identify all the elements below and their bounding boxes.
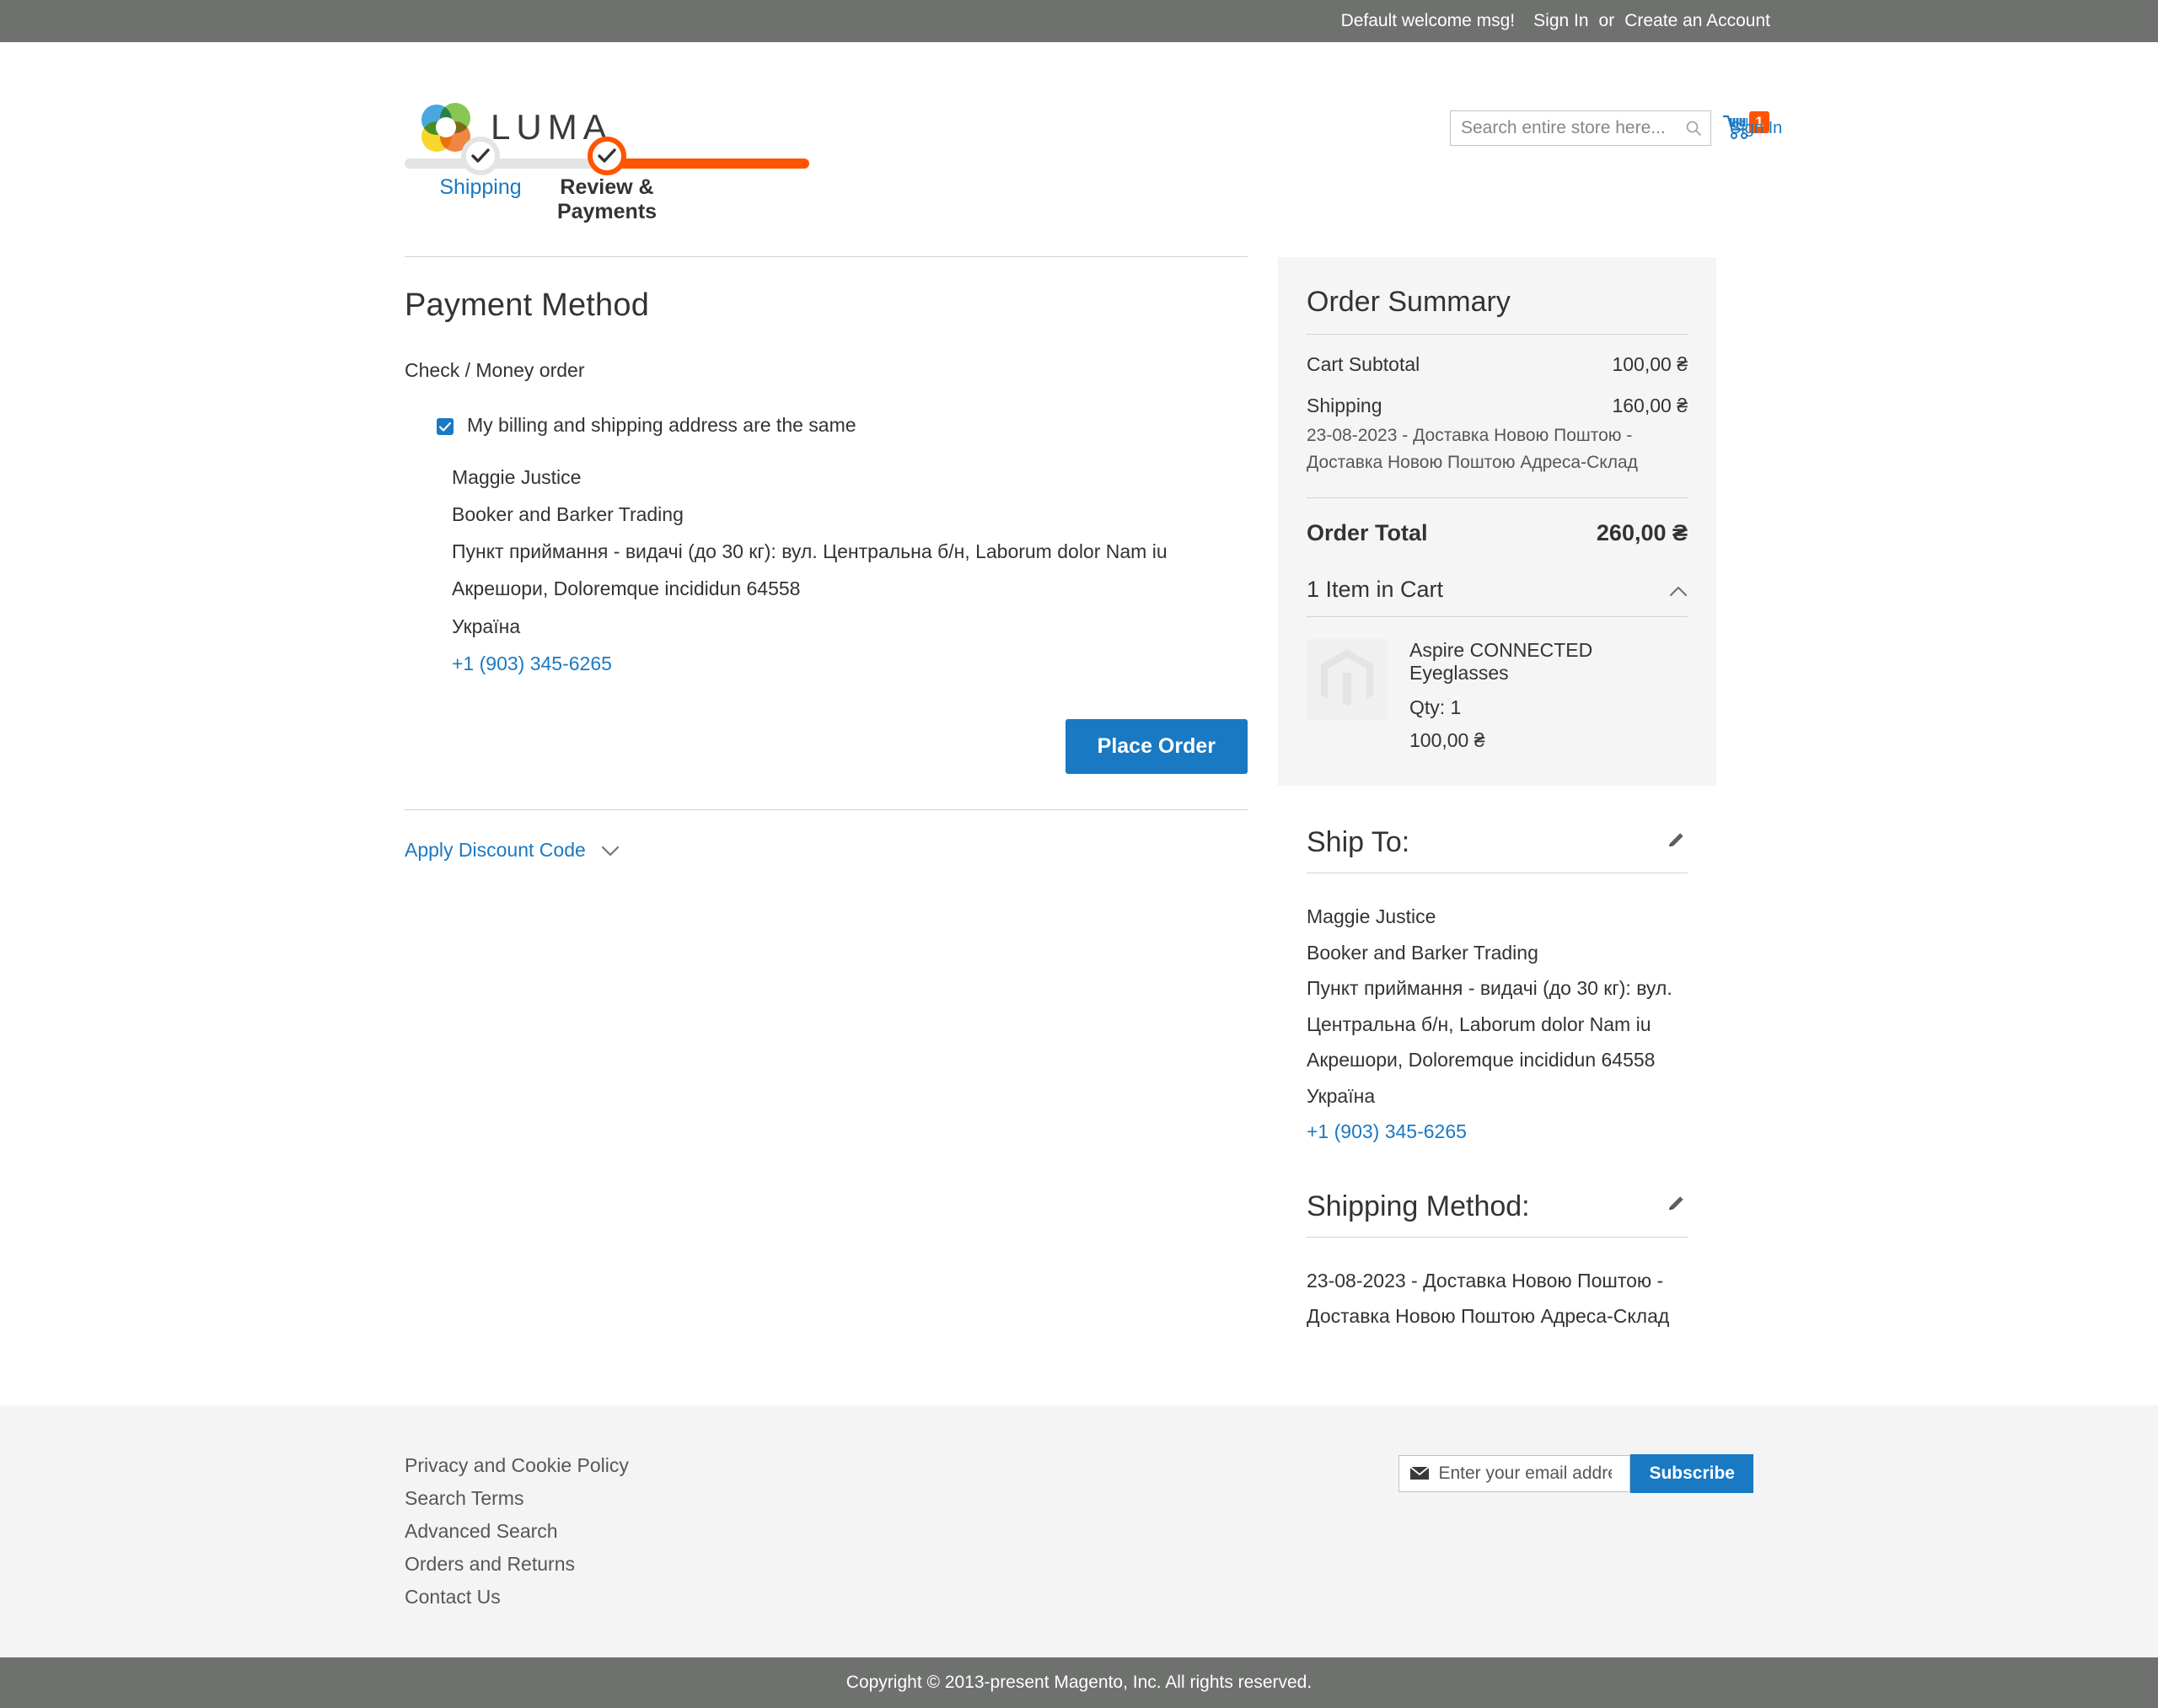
ship-to-line: Booker and Barker Trading — [1307, 941, 1538, 964]
shipping-method-title: Shipping Method: — [1307, 1190, 1530, 1222]
cart-item: Aspire CONNECTED Eyeglasses Qty: 1 100,0… — [1307, 639, 1688, 752]
ship-to-title: Ship To: — [1307, 826, 1410, 858]
ship-to-section: Ship To: Maggie Justice Booker and Barke… — [1278, 826, 1716, 1150]
billing-address: Maggie Justice Booker and Barker Trading… — [452, 459, 1248, 682]
cart-item-price: 100,00 ₴ — [1409, 729, 1485, 751]
footer-link-orders-returns[interactable]: Orders and Returns — [405, 1553, 629, 1576]
order-summary-panel: Order Summary Cart Subtotal 100,00 ₴ Shi… — [1278, 257, 1716, 786]
ship-to-line: Maggie Justice — [1307, 905, 1436, 927]
shipping-value: 160,00 ₴ — [1612, 395, 1688, 416]
footer-link-advanced-search[interactable]: Advanced Search — [405, 1520, 629, 1543]
newsletter-form: Subscribe — [1398, 1449, 1753, 1493]
order-total-label: Order Total — [1307, 520, 1428, 545]
billing-address-line: Україна — [452, 615, 521, 637]
billing-same-label: My billing and shipping address are the … — [467, 414, 856, 436]
billing-address-line: Maggie Justice — [452, 466, 582, 488]
cart-subtotal-row: Cart Subtotal 100,00 ₴ — [1307, 353, 1688, 376]
newsletter-input-box[interactable] — [1398, 1454, 1631, 1492]
progress-step-shipping-label: Shipping — [439, 175, 522, 199]
shipping-description: 23-08-2023 - Доставка Новою Поштою - Дос… — [1307, 426, 1638, 472]
progress-step-review-label: Review & Payments — [556, 175, 658, 223]
ship-to-phone-link[interactable]: +1 (903) 345-6265 — [1307, 1120, 1467, 1142]
checkbox-checked-icon[interactable] — [437, 418, 454, 435]
billing-address-line: Акрешори, Doloremque incididun 64558 — [452, 577, 801, 600]
shipping-row: Shipping 160,00 ₴ — [1307, 395, 1688, 417]
apply-discount-toggle[interactable]: Apply Discount Code — [405, 839, 1248, 862]
order-total-row: Order Total 260,00 ₴ — [1307, 520, 1688, 546]
billing-address-block: My billing and shipping address are the … — [437, 414, 1248, 682]
footer-link-search-terms[interactable]: Search Terms — [405, 1487, 629, 1510]
top-panel: Default welcome msg! Sign In or Create a… — [0, 0, 2158, 42]
ship-to-line: Пункт приймання - видачі (до 30 кг): вул… — [1307, 977, 1672, 1035]
page-title: Payment Method — [405, 287, 650, 323]
apply-discount-label: Apply Discount Code — [405, 838, 586, 861]
cart-subtotal-value: 100,00 ₴ — [1612, 353, 1688, 375]
chevron-up-icon — [1669, 577, 1688, 603]
ship-to-line: Акрешори, Doloremque incididun 64558 — [1307, 1049, 1656, 1072]
cart-item-name: Aspire CONNECTED Eyeglasses — [1409, 639, 1593, 684]
ship-to-line: Україна — [1307, 1084, 1376, 1107]
payment-method-name: Check / Money order — [405, 359, 585, 381]
billing-phone-link[interactable]: +1 (903) 345-6265 — [452, 653, 612, 674]
order-total-value: 260,00 ₴ — [1596, 520, 1688, 545]
checkmark-icon-shipping — [461, 137, 500, 175]
shipping-method-section: Shipping Method: 23-08-2023 - Доставка Н… — [1278, 1190, 1716, 1335]
cart-subtotal-label: Cart Subtotal — [1307, 353, 1420, 375]
summary-title-divider — [1307, 334, 1688, 335]
items-divider — [1307, 616, 1688, 617]
chevron-down-icon — [601, 839, 620, 862]
place-order-button[interactable]: Place Order — [1065, 718, 1248, 774]
checkmark-icon-review — [588, 137, 626, 175]
welcome-message: Default welcome msg! — [1340, 11, 1516, 30]
billing-address-line: Пункт приймання - видачі (до 30 кг): вул… — [452, 540, 1168, 563]
discount-divider — [405, 808, 1248, 810]
items-in-cart-toggle[interactable]: 1 Item in Cart — [1307, 577, 1688, 603]
shipping-method-divider — [1307, 1236, 1688, 1238]
checkout-progress-bar: Shipping Review & Payments — [405, 137, 809, 223]
shipping-label: Shipping — [1307, 395, 1382, 416]
link-separator: or — [1598, 11, 1615, 30]
billing-address-line: Booker and Barker Trading — [452, 503, 684, 526]
sign-in-link[interactable]: Sign In — [1533, 11, 1588, 31]
newsletter-email-input[interactable] — [1436, 1455, 1614, 1491]
edit-pencil-icon-ship-to[interactable] — [1666, 830, 1688, 857]
order-summary-title: Order Summary — [1307, 286, 1511, 318]
footer-links: Privacy and Cookie Policy Search Terms A… — [405, 1449, 629, 1609]
checkout-page: Shipping Review & Payments Payment Metho… — [405, 137, 1753, 1335]
minicart-signin-overlay[interactable]: Sign In — [1730, 119, 1782, 138]
order-total-divider — [1307, 497, 1688, 498]
footer-link-privacy[interactable]: Privacy and Cookie Policy — [405, 1454, 629, 1477]
cart-item-qty: Qty: 1 — [1409, 696, 1462, 718]
ship-to-address: Maggie Justice Booker and Barker Trading… — [1307, 899, 1688, 1150]
shipping-method-value: 23-08-2023 - Доставка Новою Поштою - Дос… — [1307, 1269, 1670, 1328]
edit-pencil-icon-shipping-method[interactable] — [1666, 1193, 1688, 1220]
create-account-link[interactable]: Create an Account — [1624, 11, 1770, 31]
checkout-sidebar: Order Summary Cart Subtotal 100,00 ₴ Shi… — [1278, 257, 1716, 1335]
copyright-bar: Copyright © 2013-present Magento, Inc. A… — [0, 1657, 2158, 1708]
site-footer: Privacy and Cookie Policy Search Terms A… — [0, 1405, 2158, 1657]
billing-same-checkbox-row[interactable]: My billing and shipping address are the … — [437, 414, 1248, 437]
site-header: LUMA Search entire store here... 1 Sign … — [0, 42, 2158, 152]
subscribe-button[interactable]: Subscribe — [1630, 1453, 1753, 1493]
footer-link-contact-us[interactable]: Contact Us — [405, 1586, 629, 1609]
product-thumbnail-placeholder — [1307, 639, 1388, 720]
items-in-cart-label: 1 Item in Cart — [1307, 577, 1444, 602]
progress-step-review[interactable]: Review & Payments — [531, 137, 683, 224]
payment-section: Payment Method Check / Money order My bi… — [405, 257, 1248, 1335]
envelope-icon — [1399, 1466, 1436, 1480]
